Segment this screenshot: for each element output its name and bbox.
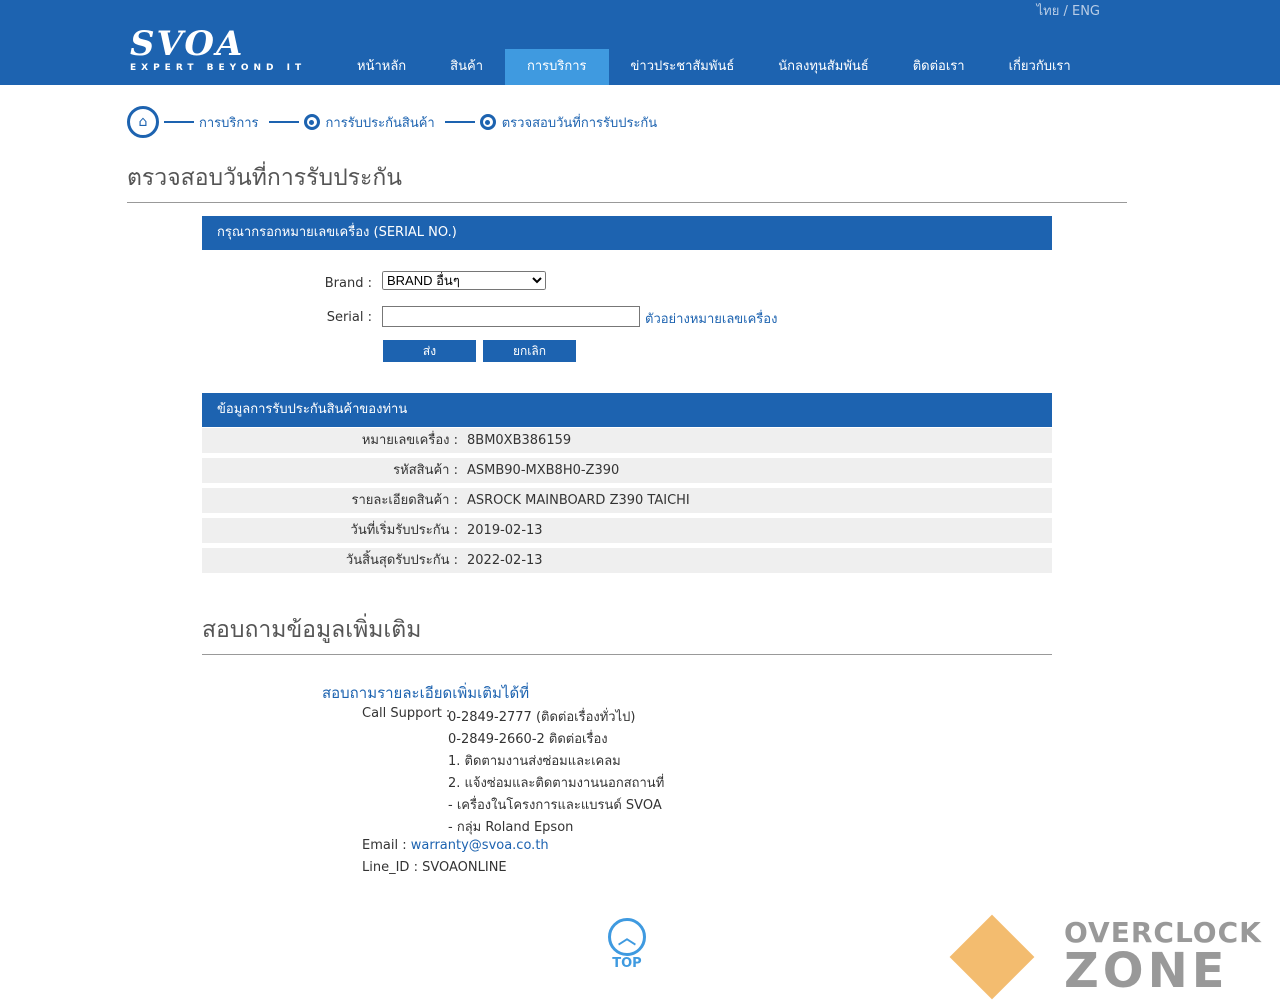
table-row: รายละเอียดสินค้า : ASROCK MAINBOARD Z390 … xyxy=(202,488,1052,513)
line-id-value: SVOAONLINE xyxy=(422,860,507,875)
watermark: OVERCLOCK ZONE xyxy=(949,914,1262,1000)
breadcrumb-services[interactable]: การบริการ xyxy=(199,112,259,133)
contact-line: 2. แจ้งซ่อมและติดตามงานนอกสถานที่ xyxy=(448,776,665,791)
result-header: ข้อมูลการรับประกันสินค้าของท่าน xyxy=(202,393,1052,427)
main-nav: หน้าหลัก สินค้า การบริการ ข่าวประชาสัมพั… xyxy=(335,49,1093,85)
header: ไทย / ENG SVOA EXPERT BEYOND IT หน้าหลัก… xyxy=(0,0,1280,85)
submit-button[interactable]: ส่ง xyxy=(383,340,476,362)
brand-select[interactable]: BRAND อื่นๆ xyxy=(382,271,546,290)
cancel-button[interactable]: ยกเลิก xyxy=(483,340,576,362)
nav-news[interactable]: ข่าวประชาสัมพันธ์ xyxy=(609,49,757,85)
back-to-top-button[interactable]: ︿ TOP xyxy=(608,918,646,971)
breadcrumb-current: ตรวจสอบวันที่การรับประกัน xyxy=(501,115,658,131)
email-link[interactable]: warranty@svoa.co.th xyxy=(411,838,549,853)
contact-line: 1. ติดตามงานส่งซ่อมและเคลม xyxy=(448,754,621,769)
chevron-up-icon: ︿ xyxy=(608,918,646,956)
nav-contact[interactable]: ติดต่อเรา xyxy=(891,49,987,85)
page-title: ตรวจสอบวันที่การรับประกัน xyxy=(127,160,1127,203)
breadcrumb-warranty[interactable]: การรับประกันสินค้า xyxy=(326,112,435,133)
brand-label: Brand : xyxy=(324,276,372,291)
contact-line: 0-2849-2777 (ติดต่อเรื่องทั่วไป) xyxy=(448,710,636,725)
logo[interactable]: SVOA EXPERT BEYOND IT xyxy=(130,27,306,73)
contact-line: - กลุ่ม Roland Epson xyxy=(448,820,574,835)
home-icon[interactable]: ⌂ xyxy=(127,106,159,138)
nav-services[interactable]: การบริการ xyxy=(505,49,609,85)
watermark-diamond-icon xyxy=(949,914,1035,1000)
email-label: Email : xyxy=(362,838,407,853)
breadcrumb: ⌂ การบริการ การรับประกันสินค้า ตรวจสอบวั… xyxy=(127,106,657,138)
contact-subtitle: สอบถามรายละเอียดเพิ่มเติมได้ที่ xyxy=(322,684,530,702)
nav-home[interactable]: หน้าหลัก xyxy=(335,49,428,85)
step-dot-icon xyxy=(479,114,496,130)
table-row: วันที่เริ่มรับประกัน :2019-02-13 xyxy=(202,518,1052,543)
contact-line: 0-2849-2660-2 ติดต่อเรื่อง xyxy=(448,732,608,747)
call-support-label: Call Support : xyxy=(362,706,451,721)
table-row: หมายเลขเครื่อง :8BM0XB386159 xyxy=(202,428,1052,453)
table-row: วันสิ้นสุดรับประกัน :2022-02-13 xyxy=(202,548,1052,573)
nav-investors[interactable]: นักลงทุนสัมพันธ์ xyxy=(756,49,890,85)
table-row: รหัสสินค้า : ASMB90-MXB8H0-Z390 xyxy=(202,458,1052,483)
serial-input[interactable] xyxy=(382,306,640,327)
serial-label: Serial : xyxy=(326,310,372,325)
contact-title: สอบถามข้อมูลเพิ่มเติม xyxy=(202,612,1052,655)
step-dot-icon xyxy=(303,114,320,130)
nav-about[interactable]: เกี่ยวกับเรา xyxy=(987,49,1093,85)
line-id-label: Line_ID : xyxy=(362,860,418,875)
nav-products[interactable]: สินค้า xyxy=(428,49,505,85)
form-header: กรุณากรอกหมายเลขเครื่อง (SERIAL NO.) xyxy=(202,216,1052,250)
contact-line: - เครื่องในโครงการและแบรนด์ SVOA xyxy=(448,798,662,813)
serial-example-link[interactable]: ตัวอย่างหมายเลขเครื่อง xyxy=(645,308,777,329)
language-switch[interactable]: ไทย / ENG xyxy=(1037,0,1100,21)
